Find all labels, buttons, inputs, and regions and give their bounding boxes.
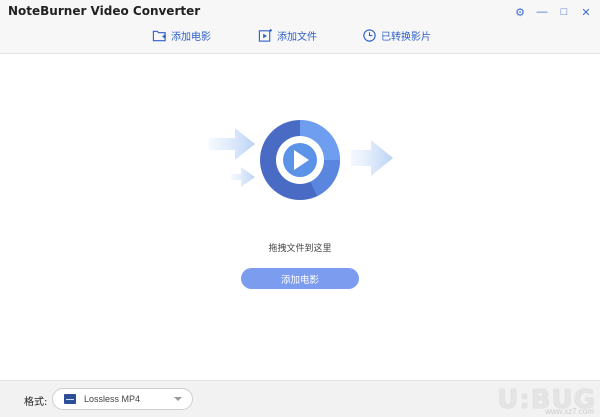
converted-toolbar-button[interactable]: 已转换影片 [362, 27, 431, 43]
play-ring-icon [260, 120, 340, 200]
minimize-icon[interactable]: — [534, 4, 550, 20]
add-movie-toolbar-button[interactable]: 添加电影 [152, 27, 211, 43]
outgoing-arrow-icon [351, 140, 393, 176]
add-movie-button[interactable]: 添加电影 [241, 268, 359, 289]
maximize-icon[interactable]: □ [556, 4, 572, 20]
settings-icon[interactable]: ⚙ [512, 4, 528, 20]
add-movie-label: 添加电影 [171, 31, 211, 43]
chevron-down-icon [174, 397, 182, 401]
video-format-icon [64, 394, 76, 404]
close-icon[interactable]: ✕ [578, 4, 594, 20]
window-controls: ⚙ — □ ✕ [512, 4, 594, 20]
clock-icon [363, 28, 376, 42]
drop-area[interactable]: 拖拽文件到这里 添加电影 [0, 55, 600, 380]
app-title: NoteBurner Video Converter [8, 4, 201, 18]
add-folder-icon [152, 30, 167, 41]
add-video-file-icon [258, 28, 273, 42]
incoming-arrow-bottom-icon [231, 167, 255, 187]
add-file-label: 添加文件 [277, 31, 317, 43]
add-file-toolbar-button[interactable]: 添加文件 [258, 27, 317, 43]
format-label: 格式: [24, 397, 48, 408]
incoming-arrow-top-icon [209, 128, 255, 160]
watermark-logo: U:BUG www.xz7.com [476, 381, 596, 417]
drop-hint: 拖拽文件到这里 [268, 244, 332, 254]
format-dropdown[interactable]: Lossless MP4 [52, 388, 193, 410]
format-value: Lossless MP4 [84, 394, 141, 404]
title-bar: NoteBurner Video Converter ⚙ — □ ✕ 添加电影 … [0, 0, 600, 54]
convert-illustration [209, 120, 393, 200]
converted-label: 已转换影片 [381, 31, 431, 43]
watermark-url: www.xz7.com [545, 407, 594, 416]
